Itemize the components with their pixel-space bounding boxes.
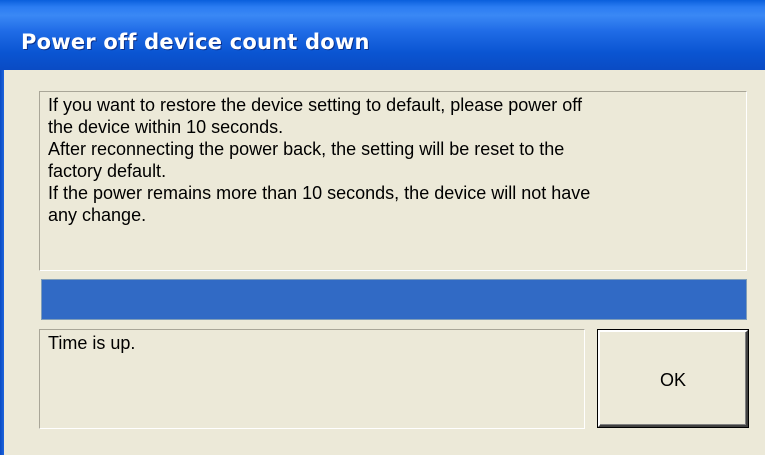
status-panel: Time is up.	[39, 329, 585, 429]
progress-fill	[42, 280, 746, 319]
countdown-progress-bar	[41, 279, 747, 320]
window-title: Power off device count down	[21, 30, 370, 54]
status-text: Time is up.	[48, 333, 136, 353]
title-bar[interactable]: Power off device count down	[0, 0, 765, 70]
dialog-window: Power off device count down If you want …	[0, 0, 765, 455]
ok-button[interactable]: OK	[597, 329, 749, 428]
message-panel: If you want to restore the device settin…	[39, 91, 747, 271]
instructions-text: If you want to restore the device settin…	[48, 95, 591, 225]
window-frame-left	[0, 70, 4, 455]
